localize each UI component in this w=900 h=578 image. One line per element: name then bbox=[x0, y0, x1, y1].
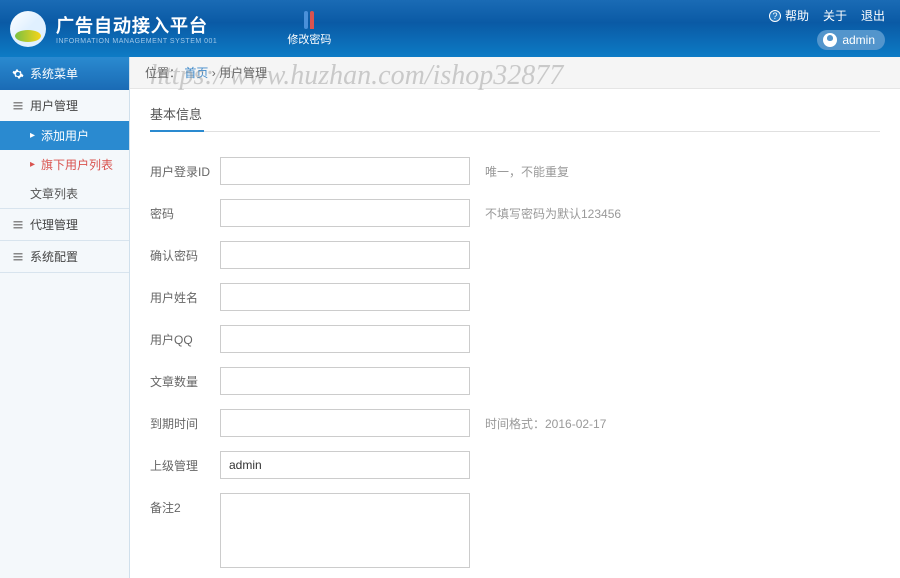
manager-input[interactable] bbox=[220, 451, 470, 479]
arrow-icon: ▸ bbox=[30, 130, 35, 141]
breadcrumb: 位置： 首页 › 用户管理 bbox=[130, 57, 900, 89]
username-label: admin bbox=[842, 33, 875, 47]
sidebar: 系统菜单 用户管理 ▸添加用户 ▸旗下用户列表 文章列表 代理管理 系统配置 bbox=[0, 57, 130, 578]
label-expire: 到期时间 bbox=[150, 409, 220, 432]
article-count-input[interactable] bbox=[220, 367, 470, 395]
breadcrumb-home[interactable]: 首页 bbox=[184, 66, 208, 80]
main-content: 位置： 首页 › 用户管理 基本信息 用户登录ID 唯一，不能重复 密码 不填写… bbox=[130, 57, 900, 578]
help-link[interactable]: ?帮助 bbox=[769, 7, 809, 24]
label-remark: 备注2 bbox=[150, 493, 220, 516]
list-icon bbox=[12, 251, 24, 263]
user-icon bbox=[823, 33, 837, 47]
expire-input[interactable] bbox=[220, 409, 470, 437]
arrow-icon: ▸ bbox=[30, 159, 35, 170]
hint-expire: 时间格式：2016-02-17 bbox=[485, 409, 606, 432]
label-qq: 用户QQ bbox=[150, 325, 220, 348]
logo: 广告自动接入平台 INFORMATION MANAGEMENT SYSTEM 0… bbox=[0, 11, 217, 47]
sidebar-menu-title: 系统菜单 bbox=[0, 57, 129, 90]
label-login-id: 用户登录ID bbox=[150, 157, 220, 180]
label-articles: 文章数量 bbox=[150, 367, 220, 390]
remark-textarea[interactable] bbox=[220, 493, 470, 568]
sidebar-section-system[interactable]: 系统配置 bbox=[0, 241, 129, 272]
sidebar-item-user-list[interactable]: ▸旗下用户列表 bbox=[0, 150, 129, 179]
sidebar-item-add-user[interactable]: ▸添加用户 bbox=[0, 121, 129, 150]
login-id-input[interactable] bbox=[220, 157, 470, 185]
section-title: 基本信息 bbox=[150, 104, 880, 132]
sidebar-section-users[interactable]: 用户管理 bbox=[0, 90, 129, 121]
hint-password: 不填写密码为默认123456 bbox=[485, 199, 621, 222]
sidebar-section-agent[interactable]: 代理管理 bbox=[0, 209, 129, 240]
logo-icon bbox=[10, 11, 46, 47]
sidebar-item-article-list[interactable]: 文章列表 bbox=[0, 179, 129, 208]
qq-input[interactable] bbox=[220, 325, 470, 353]
breadcrumb-current: 用户管理 bbox=[219, 66, 267, 80]
gear-icon bbox=[12, 68, 24, 80]
logout-link[interactable]: 退出 bbox=[861, 7, 885, 24]
label-username: 用户姓名 bbox=[150, 283, 220, 306]
app-title: 广告自动接入平台 bbox=[56, 12, 217, 38]
app-subtitle: INFORMATION MANAGEMENT SYSTEM 001 bbox=[56, 38, 217, 45]
app-header: 广告自动接入平台 INFORMATION MANAGEMENT SYSTEM 0… bbox=[0, 0, 900, 57]
list-icon bbox=[12, 219, 24, 231]
user-badge[interactable]: admin bbox=[817, 30, 885, 50]
tools-icon bbox=[287, 11, 331, 29]
label-password: 密码 bbox=[150, 199, 220, 222]
label-confirm: 确认密码 bbox=[150, 241, 220, 264]
list-icon bbox=[12, 100, 24, 112]
about-link[interactable]: 关于 bbox=[823, 7, 847, 24]
hint-login-id: 唯一，不能重复 bbox=[485, 157, 569, 180]
username-input[interactable] bbox=[220, 283, 470, 311]
label-manager: 上级管理 bbox=[150, 451, 220, 474]
confirm-password-input[interactable] bbox=[220, 241, 470, 269]
help-icon: ? bbox=[769, 10, 781, 22]
change-password-button[interactable]: 修改密码 bbox=[277, 6, 341, 52]
password-input[interactable] bbox=[220, 199, 470, 227]
